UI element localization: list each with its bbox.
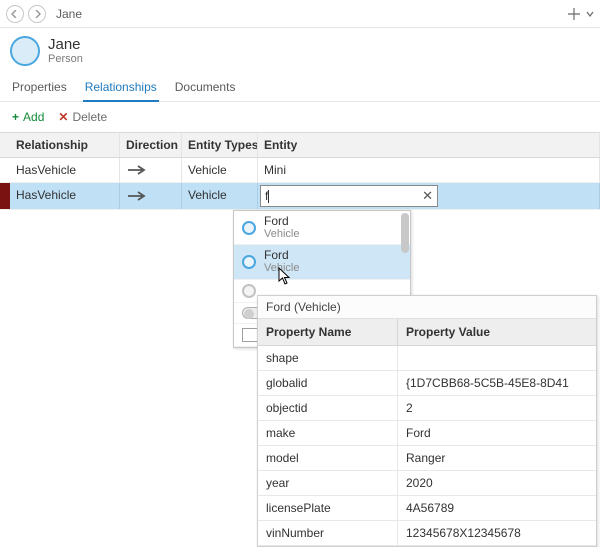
entity-dot-icon — [242, 221, 256, 235]
text-caret — [268, 190, 269, 203]
property-row[interactable]: shape — [258, 346, 596, 371]
col-property-value: Property Value — [398, 319, 596, 345]
dropdown-caret-icon[interactable] — [586, 10, 594, 18]
entity-header: Jane Person — [0, 28, 600, 72]
tab-relationships[interactable]: Relationships — [83, 76, 159, 102]
autocomplete-item-sub: Vehicle — [264, 228, 299, 240]
breadcrumb-bar: Jane — [0, 0, 600, 28]
table-row[interactable]: HasVehicle Vehicle f ✕ — [0, 183, 600, 210]
property-name-cell: globalid — [258, 371, 398, 395]
entity-dot-icon — [242, 284, 256, 298]
property-row[interactable]: globalid{1D7CBB68-5C5B-45E8-8D41 — [258, 371, 596, 396]
grid-header-row: Relationship Direction Entity Types Enti… — [0, 133, 600, 158]
autocomplete-item-title: Ford — [264, 249, 299, 262]
cell-relationship: HasVehicle — [10, 183, 120, 209]
autocomplete-item[interactable]: Ford Vehicle — [234, 245, 410, 279]
property-value-cell: Ranger — [398, 446, 596, 470]
property-value-cell: 12345678X12345678 — [398, 521, 596, 545]
autocomplete-item-title: Ford — [264, 215, 299, 228]
delete-button[interactable]: ✕ Delete — [58, 110, 107, 124]
table-row[interactable]: HasVehicle Vehicle Mini — [0, 158, 600, 183]
add-entity-button[interactable] — [564, 4, 584, 24]
cell-relationship: HasVehicle — [10, 158, 120, 182]
entity-search-input-wrap[interactable]: f ✕ — [260, 185, 438, 207]
property-name-cell: objectid — [258, 396, 398, 420]
col-direction[interactable]: Direction — [120, 133, 182, 157]
plus-icon: + — [12, 110, 19, 124]
entity-search-input[interactable] — [271, 189, 346, 203]
property-value-cell: {1D7CBB68-5C5B-45E8-8D41 — [398, 371, 596, 395]
delete-button-label: Delete — [72, 110, 107, 124]
arrow-right-icon — [126, 164, 148, 176]
property-row[interactable]: licensePlate4A56789 — [258, 496, 596, 521]
property-row[interactable]: vinNumber12345678X12345678 — [258, 521, 596, 546]
col-entity[interactable]: Entity — [258, 133, 600, 157]
col-relationship[interactable]: Relationship — [10, 133, 120, 157]
entity-detail-panel: Ford (Vehicle) Property Name Property Va… — [257, 295, 597, 547]
tab-documents[interactable]: Documents — [173, 76, 238, 101]
property-value-cell: 2020 — [398, 471, 596, 495]
property-name-cell: model — [258, 446, 398, 470]
relationships-grid: Relationship Direction Entity Types Enti… — [0, 132, 600, 210]
property-name-cell: vinNumber — [258, 521, 398, 545]
property-value-cell: 4A56789 — [398, 496, 596, 520]
scrollbar-thumb[interactable] — [401, 213, 409, 253]
property-row[interactable]: modelRanger — [258, 446, 596, 471]
relationships-toolbar: + Add ✕ Delete — [0, 102, 600, 132]
clear-input-button[interactable]: ✕ — [422, 188, 433, 204]
x-icon: ✕ — [58, 110, 68, 124]
entity-tooltip: Ford (Vehicle) — [258, 296, 596, 319]
col-entity-types[interactable]: Entity Types — [182, 133, 258, 157]
autocomplete-item-sub: Vehicle — [264, 262, 299, 274]
arrow-right-icon — [126, 190, 148, 202]
cell-entity-editor: f ✕ — [258, 183, 600, 209]
breadcrumb[interactable]: Jane — [56, 7, 82, 21]
property-value-cell: 2 — [398, 396, 596, 420]
property-name-cell: make — [258, 421, 398, 445]
autocomplete-item[interactable]: Ford Vehicle — [234, 211, 410, 245]
property-row[interactable]: year2020 — [258, 471, 596, 496]
cell-entity: Mini — [258, 158, 600, 182]
cell-entity-types: Vehicle — [182, 183, 258, 209]
add-button-label: Add — [23, 110, 44, 124]
property-row[interactable]: objectid2 — [258, 396, 596, 421]
nav-forward-button[interactable] — [28, 5, 46, 23]
entity-type-icon — [10, 36, 40, 66]
entity-dot-icon — [242, 255, 256, 269]
property-grid-header: Property Name Property Value — [258, 319, 596, 346]
property-name-cell: licensePlate — [258, 496, 398, 520]
property-name-cell: shape — [258, 346, 398, 370]
property-value-cell — [398, 346, 596, 370]
cell-direction — [120, 158, 182, 182]
entity-type-label: Person — [48, 53, 83, 65]
tab-properties[interactable]: Properties — [10, 76, 69, 101]
property-value-cell: Ford — [398, 421, 596, 445]
property-row[interactable]: makeFord — [258, 421, 596, 446]
row-selection-marker — [0, 183, 10, 209]
cell-entity-types: Vehicle — [182, 158, 258, 182]
tab-bar: Properties Relationships Documents — [0, 72, 600, 102]
nav-back-button[interactable] — [6, 5, 24, 23]
col-property-name: Property Name — [258, 319, 398, 345]
add-button[interactable]: + Add — [12, 110, 44, 124]
property-name-cell: year — [258, 471, 398, 495]
entity-name: Jane — [48, 37, 83, 54]
placeholder-box-icon — [242, 328, 258, 342]
cell-direction — [120, 183, 182, 209]
